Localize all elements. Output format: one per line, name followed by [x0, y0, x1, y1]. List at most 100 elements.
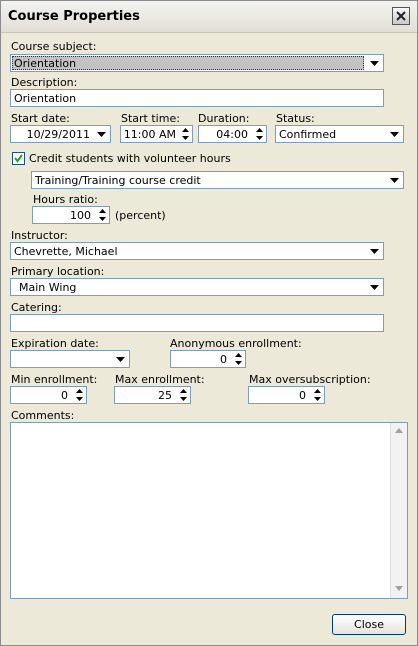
hours-ratio-label: Hours ratio: [33, 193, 98, 206]
spin-down-icon [99, 217, 106, 221]
duration-up[interactable] [253, 126, 266, 134]
anonymous-enrollment-value: 0 [220, 353, 227, 366]
min-enrollment-label: Min enrollment: [11, 373, 98, 386]
min-enrollment-value: 0 [61, 389, 68, 402]
expiration-date-label: Expiration date: [11, 337, 99, 350]
status-dropdown-button[interactable] [386, 126, 403, 142]
scroll-up-button[interactable] [391, 423, 407, 440]
spin-down-icon [256, 136, 263, 140]
catering-label: Catering: [11, 301, 62, 314]
hours-ratio-value: 100 [70, 209, 91, 222]
volunteer-hours-checkbox[interactable] [12, 152, 25, 165]
status-combo[interactable]: Confirmed [275, 125, 404, 143]
min-enrollment-stepper[interactable]: 0 [10, 386, 87, 404]
description-label: Description: [11, 76, 78, 89]
max-oversubscription-up[interactable] [311, 387, 324, 395]
comments-scrollbar[interactable] [390, 423, 407, 598]
duration-down[interactable] [253, 134, 266, 142]
instructor-dropdown-button[interactable] [366, 243, 383, 259]
spin-down-icon [314, 397, 321, 401]
expiration-date-picker[interactable] [10, 350, 130, 368]
instructor-value: Chevrette, Michael [14, 245, 118, 258]
duration-stepper[interactable]: 04:00 [198, 125, 267, 143]
anonymous-enrollment-stepper[interactable]: 0 [170, 350, 246, 368]
volunteer-hours-label: Credit students with volunteer hours [29, 152, 231, 165]
min-enrollment-up[interactable] [73, 387, 86, 395]
start-time-label: Start time: [121, 112, 180, 125]
max-enrollment-down[interactable] [177, 395, 190, 403]
spin-up-icon [182, 128, 189, 132]
status-label: Status: [276, 112, 315, 125]
primary-location-label: Primary location: [11, 265, 105, 278]
spin-up-icon [235, 353, 242, 357]
scroll-down-button[interactable] [391, 581, 407, 598]
duration-value: 04:00 [216, 128, 248, 141]
max-enrollment-up[interactable] [177, 387, 190, 395]
comments-label: Comments: [11, 409, 75, 422]
spin-down-icon [180, 397, 187, 401]
primary-location-value: Main Wing [19, 281, 77, 294]
hours-ratio-down[interactable] [96, 215, 109, 223]
course-subject-combo[interactable]: Orientation [10, 54, 384, 72]
spin-down-icon [76, 397, 83, 401]
max-enrollment-value: 25 [158, 389, 172, 402]
start-date-dropdown-button[interactable] [93, 126, 110, 142]
description-field[interactable]: Orientation [10, 89, 384, 107]
course-subject-label: Course subject: [11, 40, 97, 53]
spin-up-icon [314, 389, 321, 393]
chevron-down-icon [370, 249, 379, 254]
chevron-down-icon [116, 357, 125, 362]
min-enrollment-down[interactable] [73, 395, 86, 403]
course-properties-dialog: Course Properties Course subject: Orient… [0, 0, 418, 646]
checkmark-icon [14, 154, 23, 163]
close-button[interactable]: Close [332, 614, 406, 635]
max-oversubscription-label: Max oversubscription: [249, 373, 371, 386]
close-x-icon [396, 11, 406, 21]
max-enrollment-stepper[interactable]: 25 [114, 386, 191, 404]
start-date-label: Start date: [11, 112, 70, 125]
credit-type-value: Training/Training course credit [35, 174, 201, 187]
instructor-label: Instructor: [11, 229, 68, 242]
start-date-value: 10/29/2011 [26, 128, 90, 141]
primary-location-combo[interactable]: Main Wing [10, 278, 384, 296]
hours-ratio-stepper[interactable]: 100 [32, 206, 110, 224]
start-date-picker[interactable]: 10/29/2011 [10, 125, 111, 143]
comments-textarea[interactable] [10, 422, 408, 599]
anonymous-enrollment-up[interactable] [232, 351, 245, 359]
start-time-stepper[interactable]: 11:00 AM [120, 125, 193, 143]
max-enrollment-label: Max enrollment: [115, 373, 205, 386]
credit-type-dropdown-button[interactable] [386, 172, 403, 188]
max-oversubscription-down[interactable] [311, 395, 324, 403]
course-subject-value: Orientation [14, 57, 77, 70]
hours-ratio-unit: (percent) [115, 209, 166, 222]
start-time-up[interactable] [179, 126, 192, 134]
duration-label: Duration: [198, 112, 250, 125]
scroll-up-icon [395, 428, 403, 433]
spin-up-icon [76, 389, 83, 393]
max-oversubscription-stepper[interactable]: 0 [248, 386, 325, 404]
expiration-date-dropdown-button[interactable] [112, 351, 129, 367]
max-oversubscription-value: 0 [299, 389, 306, 402]
primary-location-dropdown-button[interactable] [366, 279, 383, 295]
anonymous-enrollment-down[interactable] [232, 359, 245, 367]
title-bar: Course Properties [1, 1, 417, 33]
dialog-title: Course Properties [8, 9, 140, 24]
course-subject-dropdown-button[interactable] [366, 55, 383, 71]
chevron-down-icon [370, 285, 379, 290]
hours-ratio-up[interactable] [96, 207, 109, 215]
close-window-button[interactable] [392, 7, 410, 25]
catering-field[interactable] [10, 314, 384, 332]
chevron-down-icon [97, 132, 106, 137]
credit-type-combo[interactable]: Training/Training course credit [31, 171, 404, 189]
chevron-down-icon [390, 132, 399, 137]
start-time-value: 11:00 AM [123, 128, 176, 141]
scroll-down-icon [395, 586, 403, 591]
spin-up-icon [99, 209, 106, 213]
spin-down-icon [235, 361, 242, 365]
start-time-down[interactable] [179, 134, 192, 142]
spin-up-icon [256, 128, 263, 132]
chevron-down-icon [370, 61, 379, 66]
instructor-combo[interactable]: Chevrette, Michael [10, 242, 384, 260]
anonymous-enrollment-label: Anonymous enrollment: [170, 337, 302, 350]
chevron-down-icon [390, 178, 399, 183]
